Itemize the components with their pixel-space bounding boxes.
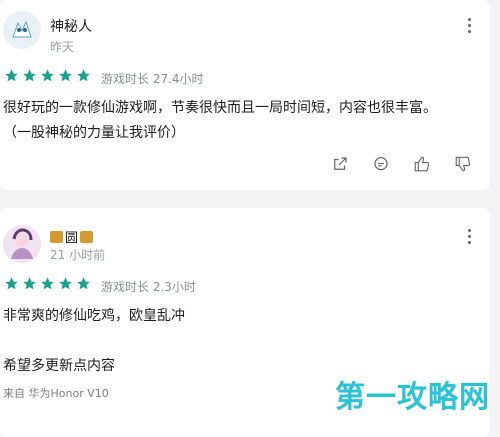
playtime: 游戏时长 27.4小时 (101, 72, 204, 86)
comment-icon[interactable] (372, 155, 390, 173)
star-icon (23, 69, 36, 82)
avatar[interactable] (3, 11, 41, 49)
thumb-up-icon[interactable] (413, 155, 431, 173)
review-actions (331, 155, 472, 173)
crown-icon (50, 230, 63, 243)
content-line: 很好玩的一款修仙游戏啊，节奏很快而且一局时间短，内容也很丰富。 (3, 100, 437, 116)
avatar[interactable] (3, 225, 41, 263)
star-icon (5, 277, 18, 290)
review-card: 神秘人 昨天 游戏时长 27.4小时 很好玩的一款修仙游戏啊，节奏很快而且一局时… (0, 0, 490, 190)
thumb-down-icon[interactable] (454, 155, 472, 173)
star-icon (41, 277, 54, 290)
device-info: 来自 华为Honor V10 (3, 387, 109, 400)
star-icon (77, 69, 90, 82)
more-vertical-icon[interactable] (468, 18, 472, 36)
reviewer-name[interactable]: 圆 (65, 227, 78, 246)
content-line: 非常爽的修仙吃鸡，欧皇乱冲 (3, 308, 185, 324)
star-icon (23, 277, 36, 290)
content-line: （一股神秘的力量让我评价） (3, 125, 185, 141)
playtime: 游戏时长 2.3小时 (101, 280, 196, 294)
star-icon (59, 69, 72, 82)
star-icon (59, 277, 72, 290)
content-line (3, 329, 492, 354)
more-vertical-icon[interactable] (468, 229, 472, 247)
review-time: 21 小时前 (50, 248, 106, 262)
star-icon (77, 277, 90, 290)
reviewer-badges: 圆 (50, 227, 94, 246)
star-icon (41, 69, 54, 82)
crown-icon (80, 230, 94, 243)
share-icon[interactable] (331, 155, 349, 173)
review-time: 昨天 (50, 40, 75, 54)
review-content: 非常爽的修仙吃鸡，欧皇乱冲 希望多更新点内容 (3, 304, 492, 379)
rating-stars (4, 276, 91, 291)
star-icon (5, 69, 18, 82)
review-content: 很好玩的一款修仙游戏啊，节奏很快而且一局时间短，内容也很丰富。 （一股神秘的力量… (3, 96, 482, 146)
watermark-text: 第一攻略网 (335, 380, 490, 415)
reviewer-name[interactable]: 神秘人 (50, 16, 92, 36)
rating-stars (4, 68, 91, 83)
